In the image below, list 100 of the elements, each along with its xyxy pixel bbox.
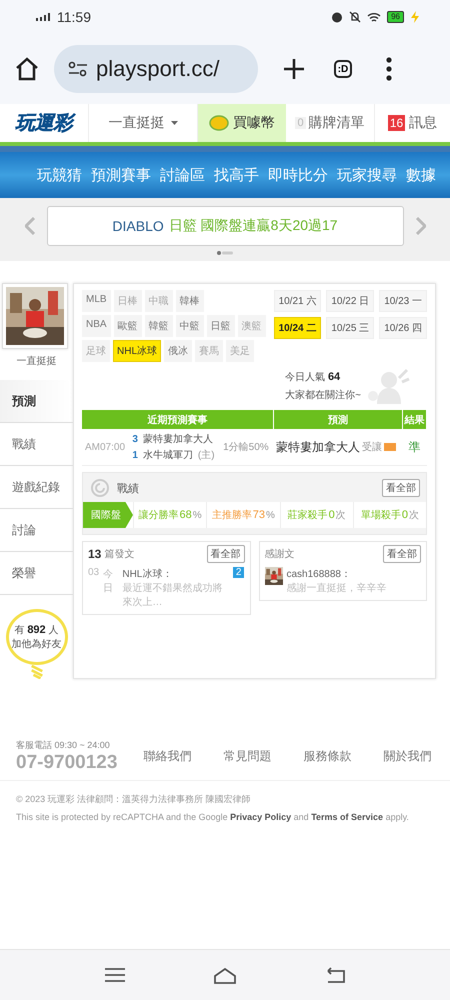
stat-label: 主推勝率	[212, 508, 252, 522]
stat-value: 68	[180, 509, 192, 521]
post-number: 03	[88, 567, 100, 578]
market-tab[interactable]: 國際盤	[83, 502, 133, 528]
sport-tab[interactable]: 俄冰	[164, 340, 192, 362]
popularity-count: 今日人氣 64	[285, 370, 342, 384]
battery-indicator: 96	[387, 11, 404, 23]
sport-tab[interactable]: NBA	[82, 315, 111, 337]
coin-icon	[209, 115, 229, 131]
service-hours: 客服電話 09:30 ~ 24:00	[16, 739, 111, 752]
stat-label: 莊家殺手	[288, 508, 328, 522]
stat-value: 0	[328, 509, 335, 521]
site-settings-icon	[68, 61, 88, 77]
menu-icon	[104, 966, 126, 984]
team-name: DIABLO	[112, 218, 164, 234]
messages-link[interactable]: 訊息	[409, 114, 438, 132]
sport-tab[interactable]: 歐籃	[114, 315, 142, 337]
footer-link[interactable]: 服務條款	[303, 748, 352, 765]
plus-icon	[282, 57, 306, 81]
nav-link[interactable]: 即時比分	[268, 166, 328, 184]
menu-button[interactable]	[386, 57, 392, 81]
sport-tab[interactable]: 中籃	[176, 315, 204, 337]
stat-unit: %	[192, 510, 202, 520]
home-button[interactable]	[14, 56, 40, 82]
user-name: 一直挺挺	[16, 354, 56, 368]
count-badge: 16	[388, 115, 406, 131]
column-header: 結果	[402, 410, 426, 429]
sport-tab[interactable]: NHL冰球	[113, 340, 162, 362]
section-title: 戰績	[117, 482, 139, 496]
recaptcha-notice: This site is protected by reCAPTCHA and the Google Privacy Policy and Terms of Service apply.	[16, 812, 410, 822]
thanks-user[interactable]: cash168888：	[286, 567, 386, 581]
team-name: 蒙特婁加拿大人	[142, 432, 213, 446]
stat-label: 讓分勝率	[138, 508, 179, 522]
home-icon	[214, 966, 236, 984]
game-time: AM07:00	[82, 429, 130, 466]
nav-link[interactable]: 玩競猜	[37, 166, 82, 184]
buy-coins-button[interactable]: 買噱幣	[198, 104, 286, 142]
view-all-button[interactable]: 看全部	[382, 479, 420, 497]
signal-icon	[36, 13, 51, 21]
stat-label: 單場殺手	[360, 508, 401, 522]
fans-caption: 加他為好友	[12, 638, 62, 651]
new-tab-button[interactable]	[282, 57, 306, 81]
stat-unit: %	[266, 510, 275, 520]
footer-link[interactable]: 聯絡我們	[143, 748, 192, 765]
date-tab[interactable]: 10/21 六	[274, 290, 322, 312]
date-tab[interactable]: 10/23 一	[379, 290, 427, 312]
nav-link[interactable]: 討論區	[160, 166, 205, 184]
home-icon	[14, 56, 40, 82]
post-excerpt: 最近運不錯果然成功將來次上…	[122, 582, 224, 609]
headline-banner[interactable]: DIABLO 日籃 國際盤連贏8天20過17	[46, 206, 404, 246]
site-logo[interactable]: 玩運彩	[0, 104, 89, 142]
sport-tab[interactable]: MLB	[82, 290, 111, 312]
nav-link[interactable]: 找高手	[214, 166, 259, 184]
caret-icon	[170, 121, 178, 125]
column-header: 近期預測賽事	[82, 410, 274, 429]
date-tab[interactable]: 10/22 日	[326, 290, 374, 312]
handicap-line: 1分輸50%	[220, 429, 274, 466]
stat-unit: 次	[408, 509, 419, 522]
post-date: 今日	[103, 568, 114, 595]
popularity-caption: 大家都在關注你~	[285, 388, 361, 402]
pick-note: 受讓	[362, 440, 382, 454]
profile-tab[interactable]: 預測	[0, 380, 73, 423]
sport-tab[interactable]: 韓棒	[176, 290, 204, 312]
tab-switcher-button[interactable]: :D	[334, 60, 352, 78]
result-text: 準	[402, 429, 426, 466]
cart-link[interactable]: 購牌清單	[308, 114, 365, 132]
mute-icon	[349, 11, 362, 23]
date-tab[interactable]: 10/24 二	[274, 317, 322, 339]
view-all-button[interactable]: 看全部	[206, 545, 244, 563]
stat-unit: 次	[336, 509, 346, 522]
swirl-icon	[89, 478, 111, 498]
sport-tab[interactable]: 韓籃	[144, 315, 173, 337]
panel-title: 篇發文	[104, 548, 134, 561]
team-name: 水牛城軍刀	[142, 448, 193, 462]
url-field[interactable]: playsport.cc/	[54, 45, 258, 93]
nav-link[interactable]: 預測賽事	[91, 166, 151, 184]
wifi-icon	[367, 12, 382, 22]
column-header: 預測	[273, 410, 403, 429]
date-tab[interactable]: 10/26 四	[379, 317, 427, 339]
menu-icon	[386, 57, 392, 81]
home-mark: (主)	[198, 448, 215, 462]
thanks-text: 感謝一直挺挺，辛辛辛	[286, 582, 386, 595]
sport-tab[interactable]: 日籃	[206, 315, 235, 337]
predicted-team: 蒙特婁加拿大人	[276, 438, 360, 456]
phone-number: 07-9700123	[16, 752, 118, 774]
fans-count: 有 892 人	[14, 622, 58, 637]
post-count: 13	[88, 547, 102, 561]
team-score: 3	[132, 434, 138, 444]
copyright-text: © 2023 玩運彩 法律顧問：溫英得力法律事務所 陳國宏律師	[16, 793, 252, 806]
stat-value: 73	[252, 509, 266, 521]
charging-icon	[410, 11, 420, 23]
footer-link[interactable]: 關於我們	[383, 748, 432, 765]
headline-text: 日籃 國際盤連贏8天20過17	[168, 217, 338, 235]
footer-link[interactable]: 常見問題	[223, 748, 272, 765]
nav-link[interactable]: 玩家搜尋	[337, 166, 397, 184]
nav-link[interactable]: 數據	[406, 166, 436, 184]
date-tab[interactable]: 10/25 三	[326, 317, 374, 339]
team-score: 1	[132, 450, 138, 460]
view-all-button[interactable]: 看全部	[383, 545, 421, 563]
post-title[interactable]: NHL冰球：	[122, 567, 229, 581]
